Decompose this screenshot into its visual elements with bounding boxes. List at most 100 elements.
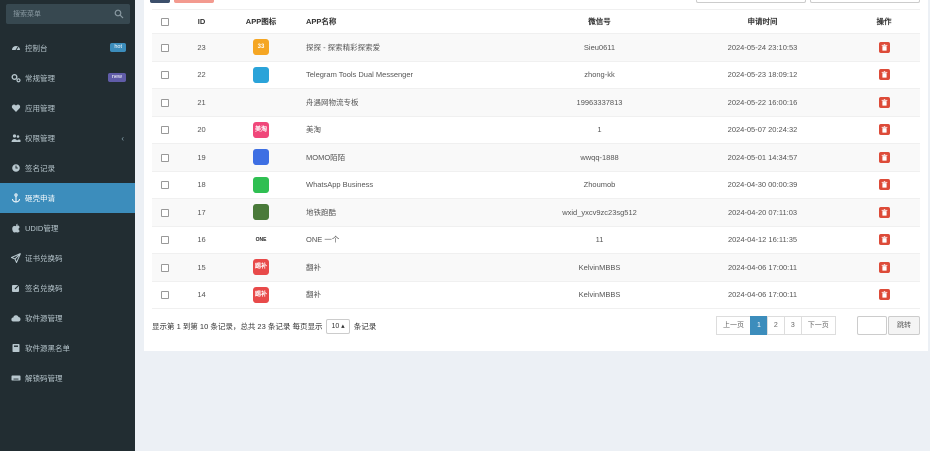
row-checkbox[interactable]	[152, 225, 178, 254]
sidebar-item-4[interactable]: 签名记录	[0, 153, 135, 183]
toolbar-view-buttons-edge[interactable]	[810, 0, 920, 3]
sidebar: 控制台 hot 常规管理 new 应用管理权限管理 ‹ 签名记录砸壳申请 UDID管理证书兑换…	[0, 0, 135, 451]
col-apply-time[interactable]: 申请时间	[677, 9, 848, 34]
row-apply-time: 2024-05-22 16:00:16	[677, 88, 848, 116]
row-app-name: 美淘	[297, 115, 522, 144]
jump-page-input[interactable]	[857, 316, 887, 335]
toolbar-search-edge[interactable]	[696, 0, 806, 3]
sidebar-menu: 控制台 hot 常规管理 new 应用管理 权限管理 ‹ 签名记录 砸壳申请 UDID管理 证书兑换…	[0, 33, 135, 393]
table-row[interactable]: 22 Telegram Tools Dual Messenger zhong-kk 2…	[152, 60, 920, 89]
table-row[interactable]: 16 ONE ONE 一个 11 2024-04-12 16:11:35	[152, 225, 920, 254]
row-checkbox[interactable]	[152, 170, 178, 199]
delete-icon[interactable]	[878, 41, 890, 53]
row-actions	[848, 88, 920, 116]
sidebar-item-3[interactable]: 权限管理 ‹	[0, 123, 135, 153]
row-actions	[848, 170, 920, 199]
table-row[interactable]: 21 舟遇网物流专板 19963337813 2024-05-22 16:00:16	[152, 88, 920, 116]
col-wechat[interactable]: 微信号	[522, 9, 677, 34]
sidebar-item-5[interactable]: 砸壳申请	[0, 183, 135, 213]
row-apply-time: 2024-05-24 23:10:53	[677, 33, 848, 61]
jump-button[interactable]: 跳转	[888, 316, 920, 335]
subway-runner-icon	[253, 204, 269, 221]
row-checkbox[interactable]	[152, 60, 178, 89]
table-header-row: ID APP图标 APP名称 微信号 申请时间 操作	[152, 9, 920, 34]
row-checkbox[interactable]	[152, 253, 178, 281]
delete-icon[interactable]	[878, 179, 890, 191]
delete-icon[interactable]	[878, 234, 890, 246]
sidebar-item-10[interactable]: 软件源黑名单	[0, 333, 135, 363]
row-apply-time: 2024-05-23 18:09:12	[677, 60, 848, 89]
select-all-checkbox[interactable]	[152, 9, 178, 34]
data-table: ID APP图标 APP名称 微信号 申请时间 操作 23 33 探探 - 探索精彩…	[152, 9, 920, 309]
table-row[interactable]: 23 33 探探 - 探索精彩探索爱 Sieu0611 2024-05-24 23:10…	[152, 33, 920, 61]
page-3-button[interactable]: 3	[783, 316, 802, 335]
row-id: 16	[178, 225, 225, 254]
prev-page-button[interactable]: 上一页	[716, 316, 751, 335]
row-app-name: 地铁跑酷	[297, 198, 522, 226]
col-id[interactable]: ID	[178, 9, 225, 34]
col-app-icon[interactable]: APP图标	[225, 9, 297, 34]
row-checkbox[interactable]	[152, 88, 178, 116]
row-checkbox[interactable]	[152, 198, 178, 226]
sidebar-item-6[interactable]: UDID管理	[0, 213, 135, 243]
row-actions	[848, 225, 920, 254]
row-app-name: ONE 一个	[297, 225, 522, 254]
sidebar-item-0[interactable]: 控制台 hot	[0, 33, 135, 63]
next-page-button[interactable]: 下一页	[800, 316, 836, 335]
sidebar-item-2[interactable]: 应用管理	[0, 93, 135, 123]
sidebar-item-8[interactable]: 签名兑换码	[0, 273, 135, 303]
apple-icon	[11, 223, 21, 233]
row-checkbox[interactable]	[152, 143, 178, 171]
row-wechat: 11	[522, 225, 677, 254]
row-app-name: Telegram Tools Dual Messenger	[297, 60, 522, 89]
row-id: 18	[178, 170, 225, 199]
sidebar-item-7[interactable]: 证书兑换码	[0, 243, 135, 273]
delete-icon[interactable]	[878, 151, 890, 163]
row-apply-time: 2024-05-07 20:24:32	[677, 115, 848, 144]
row-id: 15	[178, 253, 225, 281]
delete-icon[interactable]	[878, 96, 890, 108]
table-row[interactable]: 20 美淘 美淘 1 2024-05-07 20:24:32	[152, 115, 920, 144]
toolbar-delete-button-edge[interactable]	[174, 0, 214, 3]
page-2-button[interactable]: 2	[766, 316, 785, 335]
table-row[interactable]: 14 踢补 翻补 KelvinMBBS 2024-04-06 17:00:11	[152, 280, 920, 309]
row-checkbox[interactable]	[152, 115, 178, 144]
sidebar-item-label: 软件源管理	[25, 313, 63, 323]
row-wechat: wxid_yxcv9zc23sg512	[522, 198, 677, 226]
row-checkbox[interactable]	[152, 33, 178, 61]
delete-icon[interactable]	[878, 69, 890, 81]
row-wechat: Zhoumob	[522, 170, 677, 199]
delete-icon[interactable]	[878, 261, 890, 273]
table-row[interactable]: 17 地铁跑酷 wxid_yxcv9zc23sg512 2024-04-20 07:1…	[152, 198, 920, 226]
send-icon	[10, 253, 21, 264]
toolbar-button-edge[interactable]	[150, 0, 170, 3]
delete-icon[interactable]	[878, 124, 890, 136]
col-app-name[interactable]: APP名称	[297, 9, 522, 34]
row-wechat: 19963337813	[522, 88, 677, 116]
sidebar-item-11[interactable]: 解锁码管理	[0, 363, 135, 393]
delete-icon[interactable]	[878, 289, 890, 301]
table-row[interactable]: 19 MOMO陌陌 wwqq-1888 2024-05-01 14:34:57	[152, 143, 920, 171]
row-app-icon: 33	[225, 33, 297, 61]
search-icon[interactable]	[114, 9, 124, 19]
row-actions	[848, 115, 920, 144]
row-checkbox[interactable]	[152, 280, 178, 309]
table-row[interactable]: 18 WhatsApp Business Zhoumob 2024-04-30 00:…	[152, 170, 920, 199]
row-app-name: 翻补	[297, 280, 522, 309]
delete-icon[interactable]	[878, 206, 890, 218]
table-row[interactable]: 15 踢补 翻补 KelvinMBBS 2024-04-06 17:00:11	[152, 253, 920, 281]
pagination-info: 显示第 1 到第 10 条记录，总共 23 条记录 每页显示 10 ▴ 条记录	[152, 319, 376, 334]
sidebar-search-input[interactable]	[6, 4, 110, 24]
row-actions	[848, 33, 920, 61]
row-app-name: 探探 - 探索精彩探索爱	[297, 33, 522, 61]
row-app-icon	[225, 198, 297, 226]
chevron-left-icon[interactable]: ‹	[121, 134, 124, 143]
sidebar-item-1[interactable]: 常规管理 new	[0, 63, 135, 93]
edit-icon	[11, 283, 21, 293]
pagination-info-text: 显示第 1 到第 10 条记录，总共 23 条记录 每页显示	[152, 322, 323, 331]
row-app-icon	[225, 88, 297, 116]
page-1-button[interactable]: 1	[750, 316, 768, 335]
sidebar-item-9[interactable]: 软件源管理	[0, 303, 135, 333]
page-size-select[interactable]: 10 ▴	[326, 319, 350, 334]
cogs-icon	[11, 73, 21, 83]
